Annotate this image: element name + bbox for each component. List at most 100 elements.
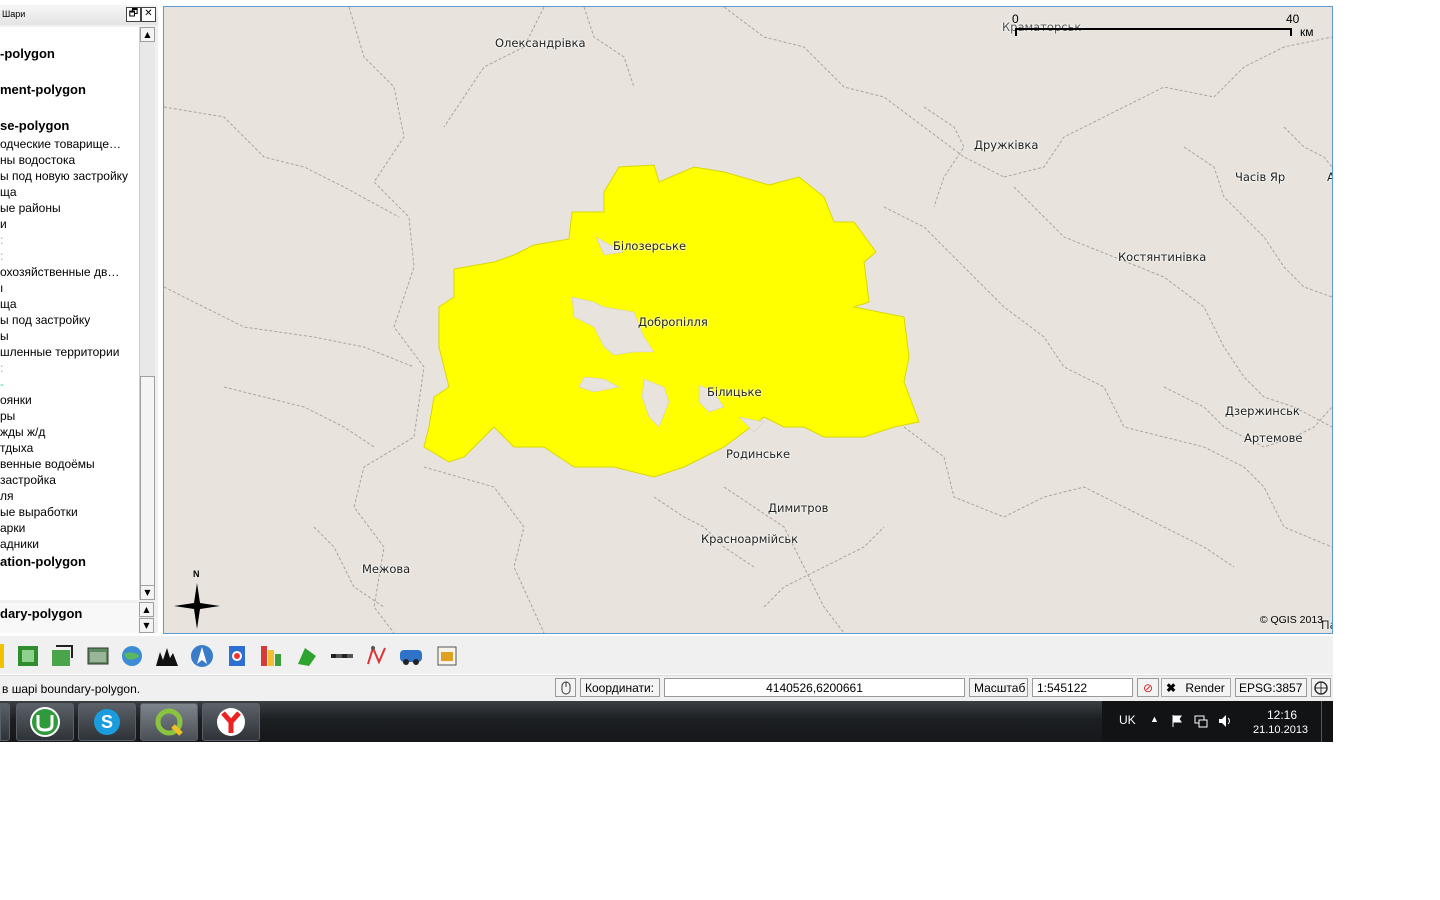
scalebar-tick-right bbox=[1290, 28, 1292, 36]
layer-item[interactable]: - bbox=[0, 377, 4, 391]
crs-globe-button[interactable] bbox=[1311, 678, 1331, 697]
layers-panel-titlebar: Шари 🗗 ✕ bbox=[0, 5, 158, 25]
layer-item[interactable]: ры bbox=[0, 409, 15, 423]
scroll-up-button[interactable]: ▲ bbox=[140, 27, 155, 42]
layer-item[interactable]: арки bbox=[0, 521, 25, 535]
language-indicator[interactable]: UK bbox=[1119, 713, 1136, 727]
volume-icon[interactable] bbox=[1218, 714, 1234, 728]
render-check-icon: ✖ bbox=[1166, 681, 1177, 695]
layer-item[interactable]: : bbox=[0, 233, 3, 247]
layer-item[interactable]: ые выработки bbox=[0, 505, 78, 519]
coordinate-toggle-button[interactable] bbox=[555, 678, 576, 697]
scalebar-line bbox=[1015, 28, 1292, 30]
gps-tools-icon[interactable] bbox=[295, 644, 319, 668]
coordinates-field[interactable]: 4140526,6200661 bbox=[664, 678, 965, 697]
layer-item[interactable]: ы под застройку bbox=[0, 313, 90, 327]
copyright-label: © QGIS 2013 bbox=[1259, 614, 1323, 626]
scale-tool-icon[interactable] bbox=[330, 644, 354, 668]
city-label-kostiantynivka: Костянтинівка bbox=[1118, 250, 1207, 264]
heatmap-icon[interactable] bbox=[259, 644, 283, 668]
georeferencer-icon[interactable] bbox=[16, 644, 40, 668]
python-plugin-icon[interactable] bbox=[0, 644, 4, 668]
layer-item[interactable]: : bbox=[0, 361, 3, 375]
scalebar-tick-left bbox=[1015, 28, 1017, 36]
layers-panel-title: Шари bbox=[2, 9, 26, 19]
route-icon[interactable] bbox=[365, 644, 389, 668]
layer-item[interactable]: адники bbox=[0, 537, 39, 551]
mouse-icon bbox=[561, 681, 570, 695]
layer-item[interactable]: одческие товарище… bbox=[0, 137, 121, 151]
layer-item[interactable]: застройка bbox=[0, 473, 56, 487]
layer-item[interactable]: тдыха bbox=[0, 441, 33, 455]
city-label-bilozerske: Білозерське bbox=[613, 239, 687, 253]
layer-item[interactable]: оянки bbox=[0, 393, 32, 407]
layer-item[interactable]: : bbox=[0, 249, 3, 263]
show-desktop-divider bbox=[1321, 701, 1322, 742]
legend-bottom-list: dary-polygon bbox=[0, 603, 139, 633]
layer-item[interactable]: ля bbox=[0, 489, 14, 503]
clock-time[interactable]: 12:16 bbox=[1267, 708, 1297, 722]
utorrent-icon bbox=[30, 707, 60, 737]
status-bar: в шарі boundary-polygon. Координати: 414… bbox=[0, 675, 1333, 701]
layer-item[interactable]: ation-polygon bbox=[0, 555, 86, 569]
layer-item[interactable]: ы под новую застройку bbox=[0, 169, 128, 183]
scroll-thumb[interactable] bbox=[140, 376, 155, 600]
layer-item-boundary[interactable]: dary-polygon bbox=[0, 606, 82, 621]
layer-item[interactable]: ща bbox=[0, 297, 17, 311]
map-canvas[interactable]: Олександрівка Дружківка Часів Яр Костянт… bbox=[163, 6, 1333, 634]
city-label-mezhova: Межова bbox=[362, 562, 411, 576]
layer-item[interactable]: венные водоёмы bbox=[0, 457, 95, 471]
north-arrow-tool-icon[interactable] bbox=[190, 644, 214, 668]
layer-item[interactable]: и bbox=[0, 217, 7, 231]
legend-bottom-scrollbar[interactable]: ▲ ▼ bbox=[139, 602, 154, 633]
image-icon[interactable] bbox=[435, 644, 459, 668]
taskbar-utorrent-button[interactable] bbox=[16, 703, 74, 741]
restore-panel-button[interactable]: 🗗 bbox=[126, 7, 141, 22]
crs-globe-icon bbox=[1314, 681, 1328, 695]
layer-item[interactable]: жды ж/д bbox=[0, 425, 45, 439]
vector-digitize-icon[interactable] bbox=[50, 644, 74, 668]
scale-field[interactable]: 1:545122 bbox=[1032, 678, 1133, 697]
action-center-flag-icon[interactable] bbox=[1170, 714, 1184, 728]
render-label: Render bbox=[1185, 681, 1225, 695]
layer-item[interactable]: ы bbox=[0, 329, 9, 343]
layer-item[interactable]: se-polygon bbox=[0, 119, 69, 133]
scalebar-end-label: 40 bbox=[1286, 12, 1300, 26]
scroll-down-button[interactable]: ▼ bbox=[140, 585, 155, 600]
layers-scrollbar[interactable]: ▲ ▼ bbox=[139, 27, 155, 600]
bottom-scroll-up-button[interactable]: ▲ bbox=[139, 602, 154, 617]
render-checkbox[interactable]: ✖ Render bbox=[1161, 678, 1231, 697]
close-panel-button[interactable]: ✕ bbox=[141, 7, 156, 22]
city-label-chasiv-yar: Часів Яр bbox=[1235, 170, 1286, 184]
layers-panel: Шари 🗗 ✕ -polygon ment-polygon se-polygon о… bbox=[0, 5, 158, 633]
city-label-artemove: Артемове bbox=[1244, 431, 1303, 445]
layer-item[interactable]: охозяйственные дв… bbox=[0, 265, 119, 279]
stop-render-button[interactable]: ⊘ bbox=[1137, 678, 1159, 697]
layer-item[interactable]: ые районы bbox=[0, 201, 61, 215]
layer-item[interactable]: ны водостока bbox=[0, 153, 75, 167]
layer-item[interactable]: ща bbox=[0, 185, 17, 199]
raster-calc-icon[interactable] bbox=[86, 644, 110, 668]
yandex-browser-icon bbox=[217, 708, 245, 736]
layer-item[interactable]: -polygon bbox=[0, 47, 55, 61]
city-label-druzhkivka: Дружківка bbox=[974, 138, 1039, 152]
start-button-edge[interactable] bbox=[0, 703, 10, 741]
clock-date[interactable]: 21.10.2013 bbox=[1253, 724, 1308, 736]
scale-label: Масштаб bbox=[969, 678, 1028, 697]
bottom-scroll-down-button[interactable]: ▼ bbox=[139, 618, 154, 633]
layer-item[interactable]: ment-polygon bbox=[0, 83, 86, 97]
layer-item[interactable]: ı bbox=[0, 281, 3, 295]
taskbar-skype-button[interactable]: S bbox=[78, 703, 136, 741]
windows-taskbar: S UK ▲ 12:16 21.10.2013 bbox=[0, 701, 1333, 742]
taskbar-qgis-button[interactable] bbox=[140, 703, 198, 741]
globe-icon[interactable] bbox=[120, 644, 144, 668]
terrain-icon[interactable] bbox=[155, 644, 179, 668]
copyright-plugin-icon[interactable] bbox=[225, 644, 249, 668]
show-hidden-icons-button[interactable]: ▲ bbox=[1150, 714, 1159, 724]
taskbar-yandex-button[interactable] bbox=[202, 703, 260, 741]
spatial-query-icon[interactable] bbox=[399, 644, 423, 668]
edge-label-right-a: А bbox=[1327, 170, 1332, 184]
layer-item[interactable]: шленные территории bbox=[0, 345, 119, 359]
network-icon[interactable] bbox=[1194, 714, 1208, 728]
crs-button[interactable]: EPSG:3857 bbox=[1235, 678, 1307, 697]
